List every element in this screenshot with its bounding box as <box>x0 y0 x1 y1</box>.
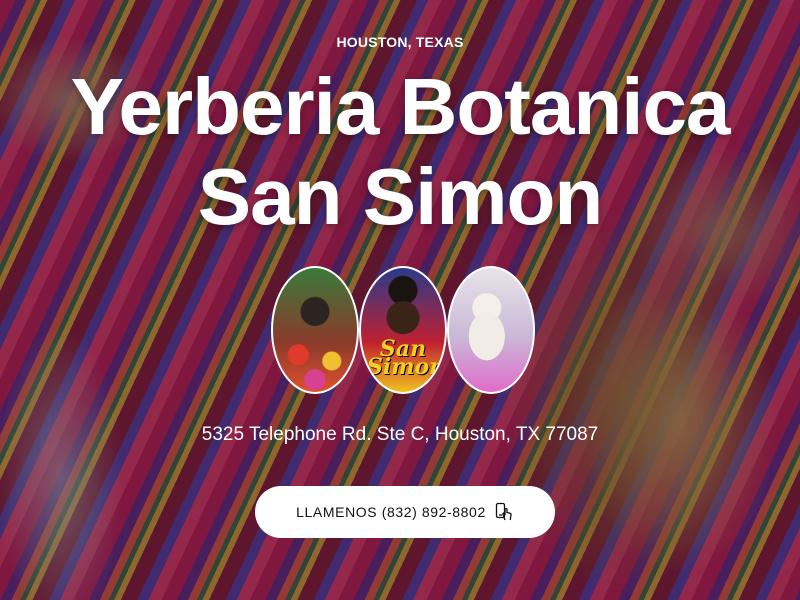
call-button[interactable]: LLAMENOS (832) 892-8802 <box>255 486 555 538</box>
san-simon-photo-caption: San Simon <box>367 336 446 380</box>
call-button-label: LLAMENOS (832) 892-8802 <box>296 504 486 520</box>
location-eyebrow: HOUSTON, TEXAS <box>336 34 464 50</box>
store-address: 5325 Telephone Rd. Ste C, Houston, TX 77… <box>201 424 599 445</box>
altar-photo <box>271 266 359 394</box>
photo-gallery: San Simon <box>271 266 537 396</box>
cat-photo <box>447 266 535 394</box>
page-title: Yerberia Botanica San Simon <box>70 62 731 241</box>
san-simon-photo: San Simon <box>359 266 447 394</box>
hero-content: HOUSTON, TEXAS Yerberia Botanica San Sim… <box>0 0 800 600</box>
phone-tap-icon <box>494 502 514 522</box>
